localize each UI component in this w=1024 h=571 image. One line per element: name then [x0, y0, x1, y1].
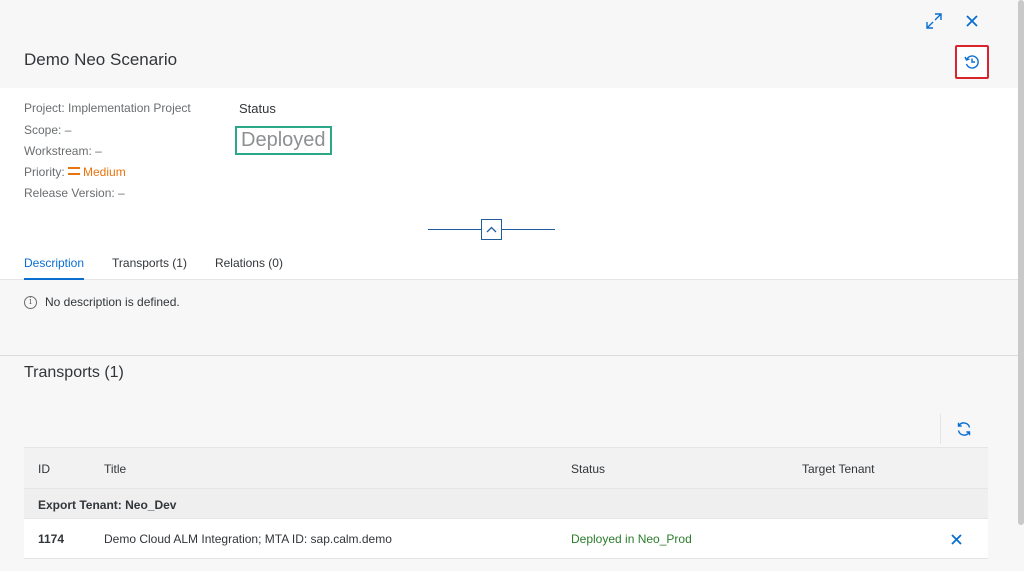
transport-id: 1174	[38, 532, 65, 546]
group-header-row: Export Tenant: Neo_Dev	[24, 489, 988, 519]
info-icon: i	[24, 295, 37, 309]
scope-attribute: Scope: –	[24, 123, 72, 137]
column-header-status[interactable]: Status	[571, 462, 605, 476]
toolbar-separator	[940, 414, 941, 444]
column-header-target-tenant[interactable]: Target Tenant	[802, 462, 875, 476]
object-header: Demo Neo Scenario	[0, 0, 1018, 88]
transports-section-title: Transports (1)	[24, 364, 124, 381]
release-version-attribute: Release Version: –	[24, 186, 125, 200]
expand-icon	[926, 13, 942, 29]
project-attribute: Project: Implementation Project	[24, 101, 191, 115]
column-header-id[interactable]: ID	[38, 462, 50, 476]
chevron-up-icon	[486, 226, 497, 233]
description-section: i No description is defined.	[0, 280, 1018, 356]
tab-description[interactable]: Description	[24, 256, 85, 280]
tab-transports[interactable]: Transports (1)	[112, 256, 187, 280]
close-icon	[966, 15, 978, 27]
priority-value: Medium	[83, 165, 126, 179]
tab-bar: Description Transports (1) Relations (0)	[24, 256, 311, 280]
history-icon	[964, 55, 979, 69]
priority-medium-icon	[68, 167, 81, 175]
priority-attribute: Priority: Medium	[24, 165, 126, 179]
status-value: Deployed	[235, 126, 332, 155]
description-message: i No description is defined.	[24, 295, 180, 309]
expand-button[interactable]	[922, 9, 946, 33]
refresh-button[interactable]	[952, 417, 976, 441]
transport-title: Demo Cloud ALM Integration; MTA ID: sap.…	[104, 532, 392, 546]
remove-transport-button[interactable]	[948, 531, 964, 547]
close-button[interactable]	[960, 9, 984, 33]
table-row[interactable]: 1174 Demo Cloud ALM Integration; MTA ID:…	[24, 519, 988, 559]
history-button[interactable]	[955, 45, 989, 79]
workstream-attribute: Workstream: –	[24, 144, 102, 158]
transport-status: Deployed in Neo_Prod	[571, 532, 692, 546]
scrollbar[interactable]	[1018, 0, 1024, 525]
status-label: Status	[239, 101, 276, 116]
column-header-title[interactable]: Title	[104, 462, 126, 476]
priority-label: Priority:	[24, 165, 65, 179]
page-title: Demo Neo Scenario	[24, 50, 178, 69]
refresh-icon	[957, 422, 971, 436]
description-text: No description is defined.	[45, 295, 180, 309]
transports-table: ID Title Status Target Tenant Export Ten…	[24, 447, 988, 559]
details-panel: Project: Implementation Project Scope: –…	[0, 88, 1018, 280]
collapse-divider-left	[428, 229, 481, 230]
remove-icon	[950, 533, 962, 545]
tab-relations[interactable]: Relations (0)	[215, 256, 283, 280]
group-header-label: Export Tenant: Neo_Dev	[38, 498, 177, 512]
collapse-header-button[interactable]	[481, 219, 502, 240]
collapse-divider-right	[502, 229, 555, 230]
table-header: ID Title Status Target Tenant	[24, 447, 988, 489]
